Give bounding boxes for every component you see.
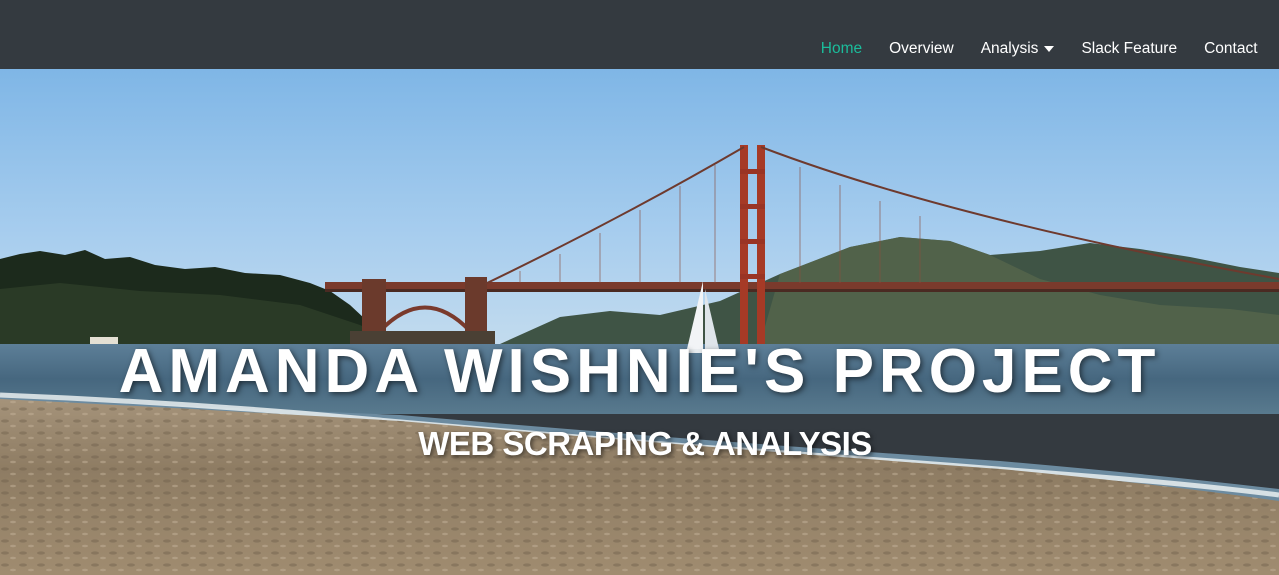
nav-link-overview[interactable]: Overview — [876, 40, 968, 58]
nav-item-contact: Contact — [1191, 40, 1271, 58]
hero-banner: AMANDA WISHNIE'S PROJECT WEB SCRAPING & … — [0, 69, 1279, 575]
nav-link-analysis-label: Analysis — [980, 40, 1039, 57]
nav-item-home: Home — [807, 40, 875, 58]
nav-link-home[interactable]: Home — [807, 40, 875, 58]
nav-link-slack-feature[interactable]: Slack Feature — [1068, 40, 1191, 58]
nav-item-analysis: Analysis — [967, 40, 1068, 58]
nav-menu: Home Overview Analysis Slack Feature Con… — [807, 40, 1271, 58]
top-navbar: Home Overview Analysis Slack Feature Con… — [0, 0, 1279, 69]
nav-item-slack-feature: Slack Feature — [1068, 40, 1191, 58]
nav-link-analysis-dropdown[interactable]: Analysis — [967, 40, 1068, 58]
nav-link-contact[interactable]: Contact — [1191, 40, 1271, 58]
hero-background-image — [0, 69, 1279, 575]
hero-subtitle: WEB SCRAPING & ANALYSIS — [418, 425, 872, 462]
caret-down-icon — [1044, 46, 1055, 52]
nav-item-overview: Overview — [876, 40, 968, 58]
hero-title: AMANDA WISHNIE'S PROJECT — [118, 337, 1161, 406]
